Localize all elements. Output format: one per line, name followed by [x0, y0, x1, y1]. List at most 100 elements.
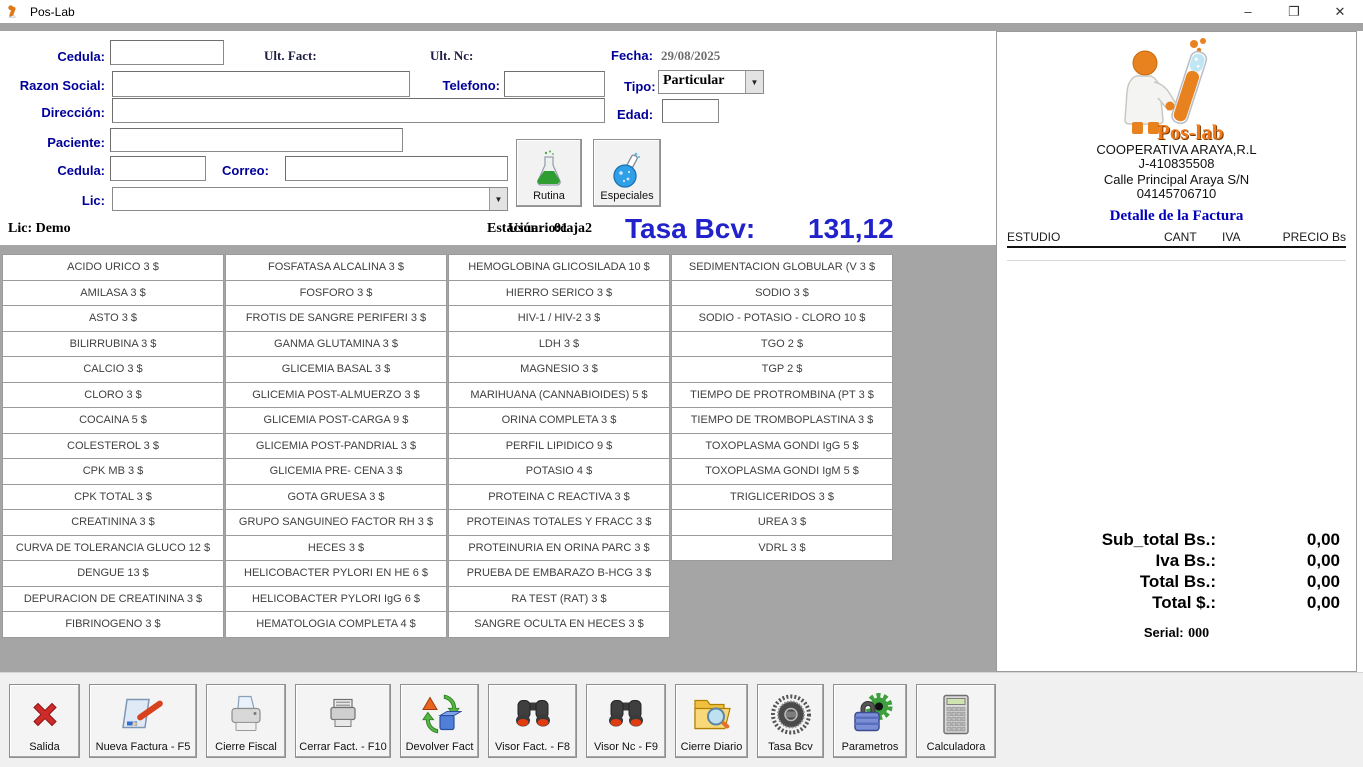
test-cell[interactable]: GLICEMIA POST-PANDRIAL 3 $	[225, 433, 447, 460]
test-cell[interactable]: PERFIL LIPIDICO 9 $	[448, 433, 670, 460]
cedula-paciente-input[interactable]	[110, 156, 206, 181]
test-cell[interactable]: PROTEINURIA EN ORINA PARC 3 $	[448, 535, 670, 562]
test-cell[interactable]: VDRL 3 $	[671, 535, 893, 562]
test-cell[interactable]: HELICOBACTER PYLORI IgG 6 $	[225, 586, 447, 613]
close-button[interactable]: ✕	[1317, 0, 1363, 23]
tipo-select[interactable]: Particular ▼	[658, 70, 764, 94]
rutina-button[interactable]: Rutina	[516, 139, 582, 207]
telefono-input[interactable]	[504, 71, 605, 97]
test-cell[interactable]: FROTIS DE SANGRE PERIFERI 3 $	[225, 305, 447, 332]
edad-input[interactable]	[662, 99, 719, 123]
test-cell[interactable]: TOXOPLASMA GONDI IgG 5 $	[671, 433, 893, 460]
serial-row: Serial: 000	[997, 624, 1356, 642]
parametros-button[interactable]: Parametros	[833, 684, 907, 758]
test-cell[interactable]: GOTA GRUESA 3 $	[225, 484, 447, 511]
test-cell[interactable]: SEDIMENTACION GLOBULAR (V 3 $	[671, 254, 893, 281]
test-cell[interactable]: GLICEMIA PRE- CENA 3 $	[225, 458, 447, 485]
cierre-diario-button[interactable]: Cierre Diario	[675, 684, 748, 758]
minimize-button[interactable]: –	[1225, 0, 1271, 23]
cierre-fiscal-button[interactable]: Cierre Fiscal	[206, 684, 286, 758]
calculadora-button[interactable]: Calculadora	[916, 684, 996, 758]
test-cell[interactable]: PROTEINAS TOTALES Y FRACC 3 $	[448, 509, 670, 536]
test-cell[interactable]: MAGNESIO 3 $	[448, 356, 670, 383]
test-cell[interactable]: COCAINA 5 $	[2, 407, 224, 434]
bcv-coin-icon	[769, 688, 813, 741]
tasa-bcv-button[interactable]: Tasa Bcv	[757, 684, 824, 758]
test-cell[interactable]: TOXOPLASMA GONDI IgM 5 $	[671, 458, 893, 485]
test-cell[interactable]: GLICEMIA POST-ALMUERZO 3 $	[225, 382, 447, 409]
iva-label: Iva Bs.:	[1156, 551, 1216, 571]
tasa-bcv-label: Tasa Bcv	[768, 741, 813, 753]
test-cell[interactable]: PROTEINA C REACTIVA 3 $	[448, 484, 670, 511]
test-cell[interactable]: FOSFATASA ALCALINA 3 $	[225, 254, 447, 281]
invoice-panel: Pos-lab COOPERATIVA ARAYA,R.L J-41083550…	[996, 31, 1357, 672]
test-cell[interactable]: RA TEST (RAT) 3 $	[448, 586, 670, 613]
company-rif: J-410835508	[997, 156, 1356, 171]
correo-label: Correo:	[222, 163, 269, 178]
round-flask-icon	[609, 150, 645, 190]
test-cell[interactable]: SANGRE OCULTA EN HECES 3 $	[448, 611, 670, 638]
especiales-button[interactable]: Especiales	[593, 139, 661, 207]
test-cell[interactable]: HIERRO SERICO 3 $	[448, 280, 670, 307]
test-cell[interactable]: PRUEBA DE EMBARAZO B-HCG 3 $	[448, 560, 670, 587]
test-cell[interactable]: GRUPO SANGUINEO FACTOR RH 3 $	[225, 509, 447, 536]
test-cell[interactable]: LDH 3 $	[448, 331, 670, 358]
nueva-factura-button[interactable]: Nueva Factura - F5	[89, 684, 197, 758]
test-cell[interactable]: HECES 3 $	[225, 535, 447, 562]
test-cell[interactable]: GANMA GLUTAMINA 3 $	[225, 331, 447, 358]
lic-select[interactable]: ▼	[112, 187, 508, 211]
test-cell[interactable]: FOSFORO 3 $	[225, 280, 447, 307]
test-cell[interactable]: POTASIO 4 $	[448, 458, 670, 485]
direccion-input[interactable]	[112, 98, 605, 123]
test-cell[interactable]: TGP 2 $	[671, 356, 893, 383]
test-cell[interactable]: TGO 2 $	[671, 331, 893, 358]
test-cell[interactable]: ORINA COMPLETA 3 $	[448, 407, 670, 434]
lic-label: Lic:	[82, 193, 105, 208]
test-cell[interactable]: HIV-1 / HIV-2 3 $	[448, 305, 670, 332]
test-cell[interactable]: CLORO 3 $	[2, 382, 224, 409]
test-cell[interactable]: CPK TOTAL 3 $	[2, 484, 224, 511]
test-cell[interactable]: GLICEMIA BASAL 3 $	[225, 356, 447, 383]
test-cell[interactable]: ASTO 3 $	[2, 305, 224, 332]
test-cell[interactable]: COLESTEROL 3 $	[2, 433, 224, 460]
test-cell[interactable]: DEPURACION DE CREATININA 3 $	[2, 586, 224, 613]
test-cell[interactable]: SODIO - POTASIO - CLORO 10 $	[671, 305, 893, 332]
test-cell[interactable]: CPK MB 3 $	[2, 458, 224, 485]
test-cell[interactable]: MARIHUANA (CANNABIOIDES) 5 $	[448, 382, 670, 409]
test-cell[interactable]: SODIO 3 $	[671, 280, 893, 307]
binoculars-icon	[510, 688, 556, 741]
test-cell[interactable]: AMILASA 3 $	[2, 280, 224, 307]
test-cell[interactable]: HEMATOLOGIA COMPLETA 4 $	[225, 611, 447, 638]
razon-social-input[interactable]	[112, 71, 410, 97]
test-cell[interactable]: DENGUE 13 $	[2, 560, 224, 587]
test-cell[interactable]: TRIGLICERIDOS 3 $	[671, 484, 893, 511]
chevron-down-icon[interactable]: ▼	[745, 71, 763, 93]
estacion-label: Estación:	[487, 221, 543, 237]
subtotal-value: 0,00	[1307, 530, 1340, 550]
test-cell[interactable]: UREA 3 $	[671, 509, 893, 536]
test-cell[interactable]: CREATININA 3 $	[2, 509, 224, 536]
restore-button[interactable]: ❐	[1271, 0, 1317, 23]
test-cell[interactable]: HELICOBACTER PYLORI EN HE 6 $	[225, 560, 447, 587]
visor-nc-button[interactable]: Visor Nc - F9	[586, 684, 666, 758]
chevron-down-icon[interactable]: ▼	[489, 188, 507, 210]
cedula-input[interactable]	[110, 40, 224, 65]
window-title: Pos-Lab	[30, 5, 75, 19]
paciente-input[interactable]	[110, 128, 403, 152]
test-cell[interactable]: TIEMPO DE PROTROMBINA (PT 3 $	[671, 382, 893, 409]
test-cell[interactable]: CALCIO 3 $	[2, 356, 224, 383]
salida-button[interactable]: Salida	[9, 684, 80, 758]
visor-fact-button[interactable]: Visor Fact. - F8	[488, 684, 577, 758]
test-cell[interactable]: GLICEMIA POST-CARGA 9 $	[225, 407, 447, 434]
test-cell[interactable]: ACIDO URICO 3 $	[2, 254, 224, 281]
test-cell[interactable]: HEMOGLOBINA GLICOSILADA 10 $	[448, 254, 670, 281]
cerrar-fact-button[interactable]: Cerrar Fact. - F10	[295, 684, 391, 758]
correo-input[interactable]	[285, 156, 508, 181]
test-cell[interactable]: CURVA DE TOLERANCIA GLUCO 12 $	[2, 535, 224, 562]
return-arrows-icon	[418, 688, 462, 741]
tipo-selected-value: Particular	[659, 71, 745, 93]
devolver-fact-button[interactable]: Devolver Fact	[400, 684, 479, 758]
test-cell[interactable]: BILIRRUBINA 3 $	[2, 331, 224, 358]
test-cell[interactable]: FIBRINOGENO 3 $	[2, 611, 224, 638]
test-cell[interactable]: TIEMPO DE TROMBOPLASTINA 3 $	[671, 407, 893, 434]
